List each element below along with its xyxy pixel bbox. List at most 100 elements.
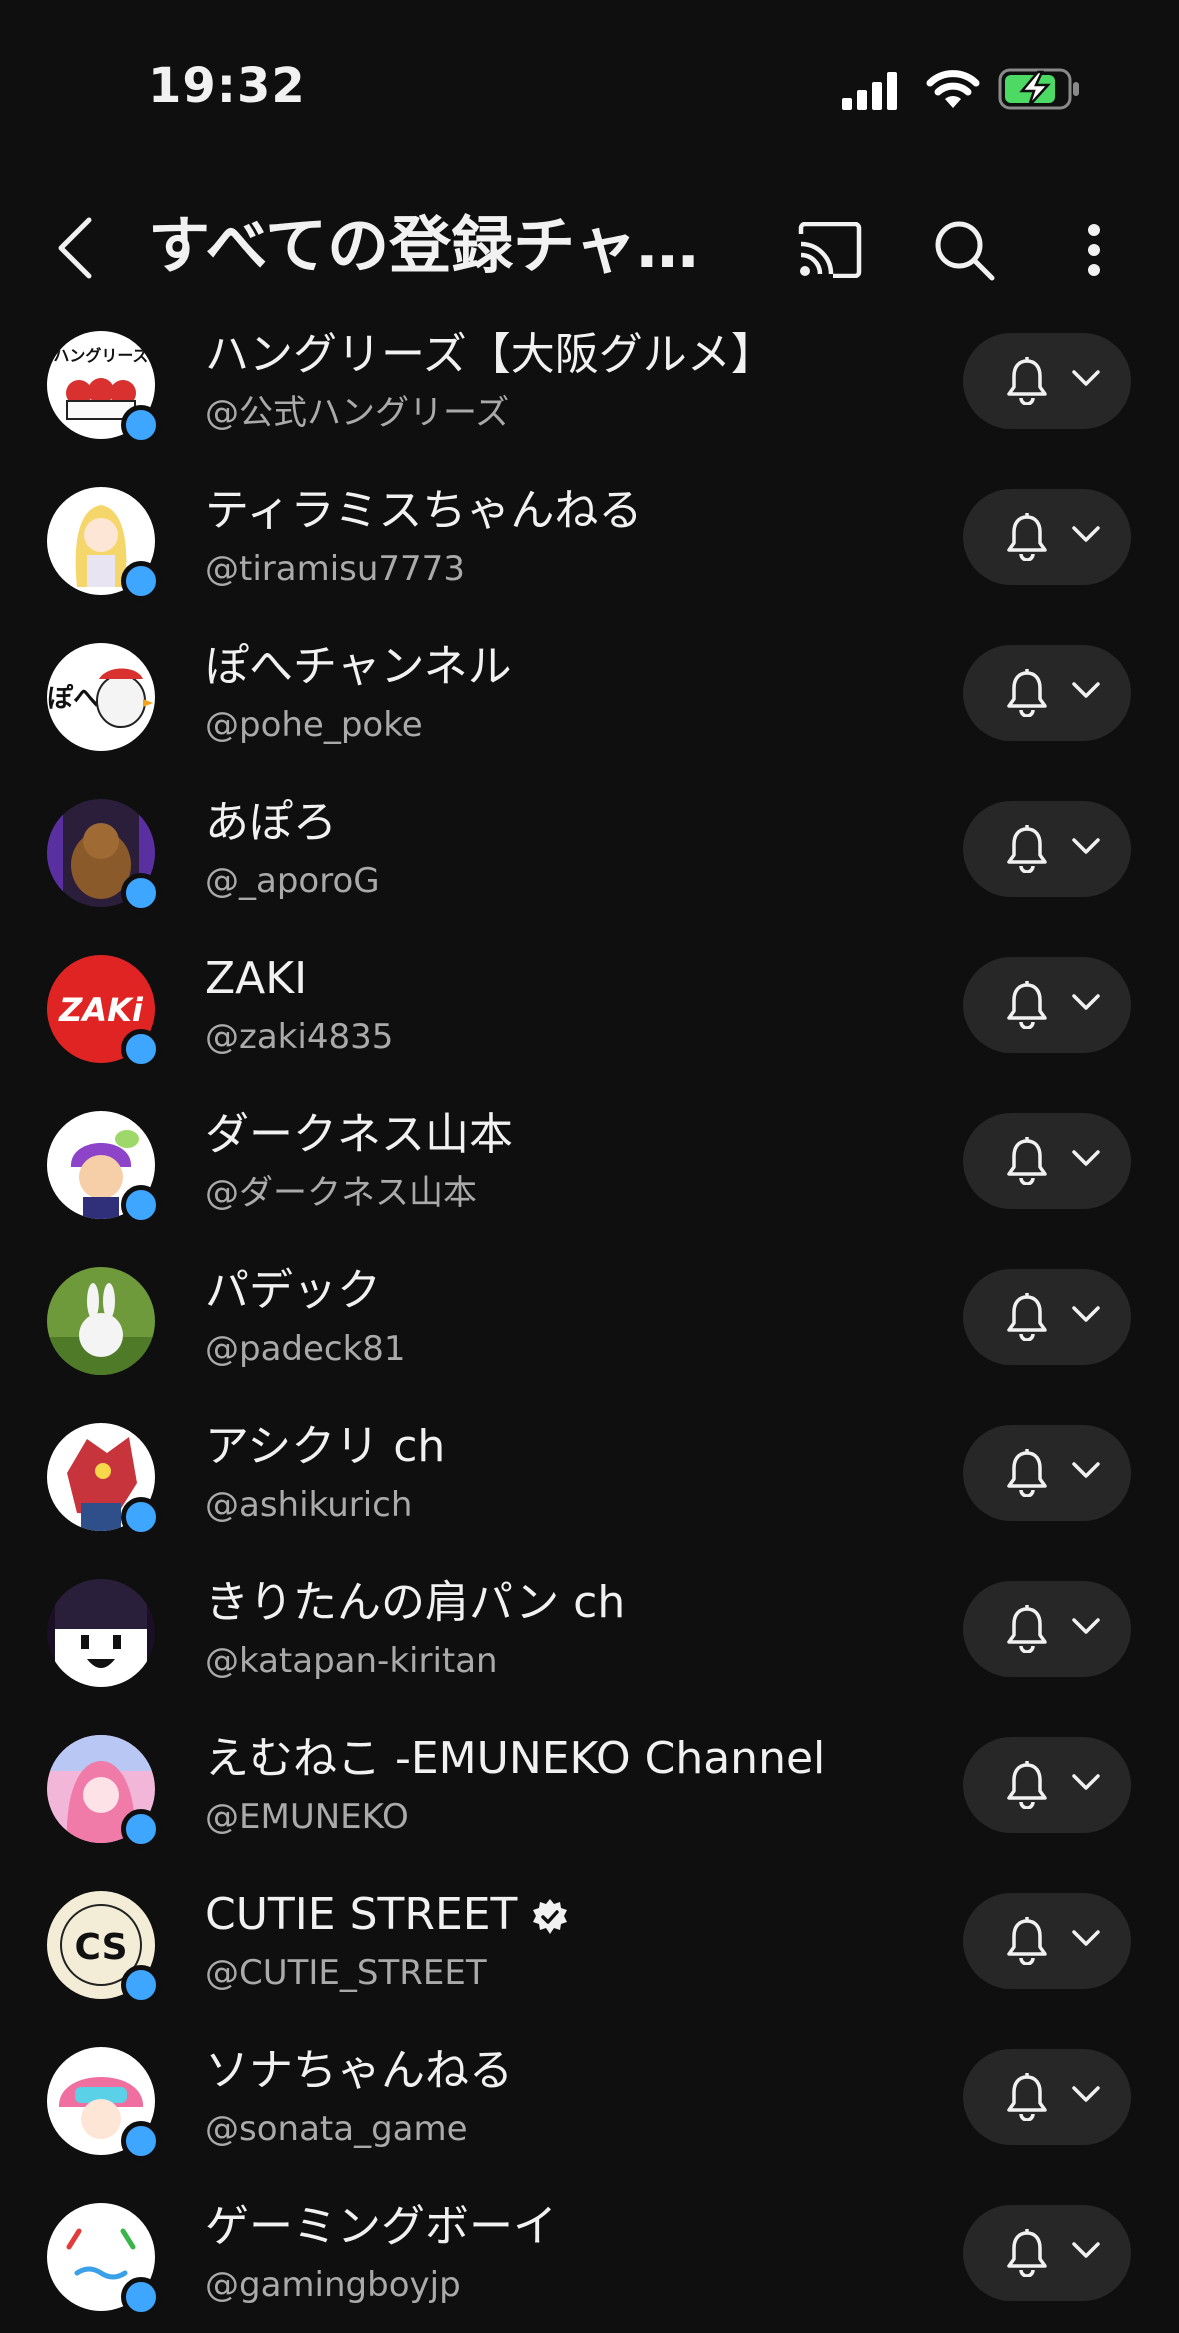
channel-name: えむねこ -EMUNEKO Channel: [205, 1733, 826, 1784]
channel-handle: @ashikurich: [205, 1485, 413, 1525]
notification-bell-button[interactable]: [963, 489, 1131, 585]
verified-badge-icon: [533, 1899, 568, 1934]
back-button[interactable]: [40, 208, 110, 288]
chevron-down-icon: [1072, 994, 1100, 1010]
chevron-down-icon: [1072, 1930, 1100, 1946]
new-content-dot: [121, 1185, 161, 1225]
notification-bell-button[interactable]: [963, 1737, 1131, 1833]
cast-icon: [798, 222, 862, 278]
chevron-down-icon: [1072, 2242, 1100, 2258]
bell-icon: [1007, 669, 1047, 717]
notification-bell-button[interactable]: [963, 1893, 1131, 1989]
channel-row[interactable]: ティラミスちゃんねる @tiramisu7773: [0, 461, 1179, 617]
new-content-dot: [121, 1809, 161, 1849]
notification-bell-button[interactable]: [963, 2049, 1131, 2145]
bell-icon: [1007, 825, 1047, 873]
notification-bell-button[interactable]: [963, 1581, 1131, 1677]
cellular-signal-icon: [842, 72, 897, 110]
new-content-dot: [121, 1965, 161, 2005]
notification-bell-button[interactable]: [963, 957, 1131, 1053]
notification-bell-button[interactable]: [963, 333, 1131, 429]
channel-handle: @ダークネス山本: [205, 1173, 477, 1213]
app-header: すべての登録チャ…: [0, 190, 1179, 300]
search-button[interactable]: [924, 210, 1004, 290]
channel-handle: @padeck81: [205, 1329, 406, 1369]
chevron-down-icon: [1072, 1462, 1100, 1478]
bell-icon: [1007, 1137, 1047, 1185]
bell-icon: [1007, 513, 1047, 561]
channel-name: ティラミスちゃんねる: [205, 485, 643, 536]
chevron-down-icon: [1072, 2086, 1100, 2102]
more-vert-icon: [1088, 224, 1100, 276]
bell-icon: [1007, 1761, 1047, 1809]
battery-charging-icon: [998, 68, 1079, 110]
bell-icon: [1007, 2229, 1047, 2277]
channel-handle: @katapan-kiritan: [205, 1641, 498, 1681]
notification-bell-button[interactable]: [963, 1425, 1131, 1521]
channel-name: ハングリーズ【大阪グルメ】: [205, 329, 775, 380]
channel-row[interactable]: えむねこ -EMUNEKO Channel @EMUNEKO: [0, 1709, 1179, 1865]
svg-text:ZAKi: ZAKi: [58, 991, 144, 1029]
channel-row[interactable]: ハングリーズ ハングリーズ【大阪グルメ】 @公式ハングリーズ: [0, 305, 1179, 461]
notification-bell-button[interactable]: [963, 801, 1131, 897]
bell-icon: [1007, 1449, 1047, 1497]
chevron-down-icon: [1072, 1150, 1100, 1166]
new-content-dot: [121, 2277, 161, 2317]
channel-row[interactable]: CS CUTIE STREET @CUTIE_STREET: [0, 1865, 1179, 2021]
channel-handle: @_aporoG: [205, 861, 380, 901]
channel-row[interactable]: パデック @padeck81: [0, 1241, 1179, 1397]
channel-name: ゲーミングボーイ: [205, 2201, 557, 2252]
svg-text:ハングリーズ: ハングリーズ: [53, 346, 148, 365]
chevron-down-icon: [1072, 682, 1100, 698]
cast-button[interactable]: [790, 210, 870, 290]
status-bar: 19:32: [0, 0, 1179, 170]
new-content-dot: [121, 873, 161, 913]
status-time: 19:32: [148, 58, 306, 114]
back-arrow-icon: [58, 217, 92, 279]
channel-handle: @公式ハングリーズ: [205, 393, 510, 433]
new-content-dot: [121, 1497, 161, 1537]
channel-row[interactable]: ZAKi ZAKI @zaki4835: [0, 929, 1179, 1085]
channel-row[interactable]: ゲーミングボーイ @gamingboyjp: [0, 2177, 1179, 2333]
channel-row[interactable]: アシクリ ch @ashikurich: [0, 1397, 1179, 1553]
chevron-down-icon: [1072, 1306, 1100, 1322]
channel-name: あぽろ: [205, 797, 337, 848]
svg-text:CS: CS: [74, 1927, 127, 1968]
channel-name: きりたんの肩パン ch: [205, 1577, 626, 1628]
channel-name: ぽへチャンネル: [205, 641, 512, 692]
bell-icon: [1007, 1293, 1047, 1341]
channel-row[interactable]: きりたんの肩パン ch @katapan-kiritan: [0, 1553, 1179, 1709]
channel-name: パデック: [205, 1265, 381, 1316]
bell-icon: [1007, 357, 1047, 405]
notification-bell-button[interactable]: [963, 645, 1131, 741]
bell-icon: [1007, 2073, 1047, 2121]
channel-avatar[interactable]: [47, 1579, 155, 1687]
chevron-down-icon: [1072, 1618, 1100, 1634]
new-content-dot: [121, 2121, 161, 2161]
channel-name: ソナちゃんねる: [205, 2045, 513, 2096]
notification-bell-button[interactable]: [963, 1269, 1131, 1365]
notification-bell-button[interactable]: [963, 2205, 1131, 2301]
more-options-button[interactable]: [1054, 210, 1134, 290]
channel-avatar[interactable]: [47, 1267, 155, 1375]
channel-handle: @sonata_game: [205, 2109, 468, 2149]
channel-row[interactable]: ぽへ ぽへチャンネル @pohe_poke: [0, 617, 1179, 773]
channel-name: ダークネス山本: [205, 1109, 513, 1160]
chevron-down-icon: [1072, 838, 1100, 854]
page-title: すべての登録チャ…: [148, 209, 699, 282]
notification-bell-button[interactable]: [963, 1113, 1131, 1209]
channel-row[interactable]: ダークネス山本 @ダークネス山本: [0, 1085, 1179, 1241]
channel-avatar[interactable]: ぽへ: [47, 643, 155, 751]
new-content-dot: [121, 405, 161, 445]
channel-name: ZAKI: [205, 953, 308, 1004]
channel-handle: @zaki4835: [205, 1017, 394, 1057]
svg-text:ぽへ: ぽへ: [47, 683, 99, 714]
wifi-icon: [926, 70, 980, 108]
channel-row[interactable]: ソナちゃんねる @sonata_game: [0, 2021, 1179, 2177]
search-icon: [935, 221, 995, 281]
new-content-dot: [121, 561, 161, 601]
chevron-down-icon: [1072, 370, 1100, 386]
channel-handle: @pohe_poke: [205, 705, 423, 745]
channel-row[interactable]: あぽろ @_aporoG: [0, 773, 1179, 929]
bell-icon: [1007, 1605, 1047, 1653]
